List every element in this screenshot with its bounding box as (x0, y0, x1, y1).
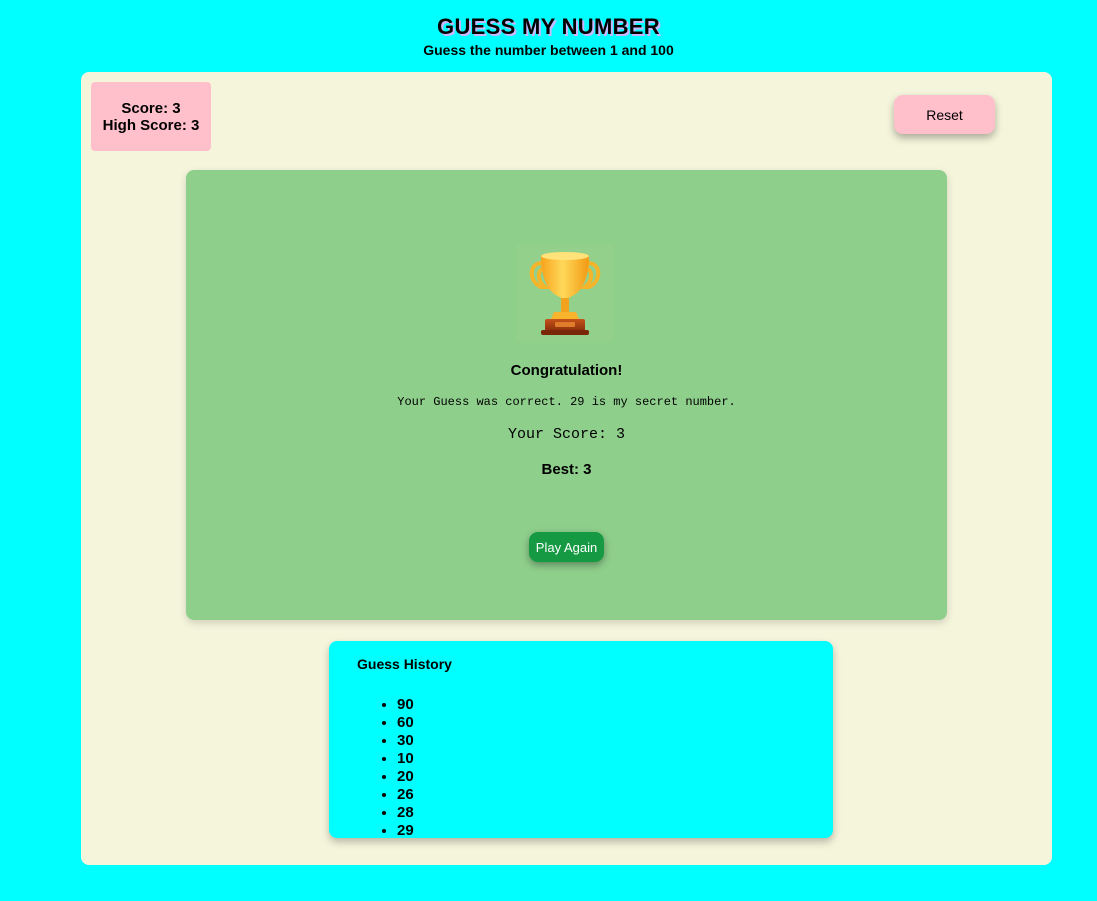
list-item: 20 (397, 768, 414, 786)
list-item: 10 (397, 750, 414, 768)
play-again-button[interactable]: Play Again (529, 532, 604, 562)
high-score-label: High Score: 3 (102, 116, 200, 134)
congratulation-heading: Congratulation! (510, 362, 623, 379)
result-card: Congratulation! Your Guess was correct. … (186, 170, 947, 620)
reset-button[interactable]: Reset (894, 95, 995, 134)
game-board: Score: 3 High Score: 3 Reset Congratulat… (81, 72, 1052, 865)
guess-history-panel: Guess History 90 60 30 10 20 26 28 29 (329, 641, 833, 838)
your-score: Your Score: 3 (507, 426, 626, 443)
page-title: GUESS MY NUMBER (437, 14, 660, 39)
page-header: GUESS MY NUMBER Guess the number between… (0, 14, 1097, 58)
score-label: Score: 3 (121, 99, 181, 117)
score-box: Score: 3 High Score: 3 (91, 82, 211, 151)
list-item: 30 (397, 732, 414, 750)
guess-history-title: Guess History (357, 656, 452, 672)
best-score: Best: 3 (541, 461, 592, 478)
guess-history-list: 90 60 30 10 20 26 28 29 (397, 696, 414, 838)
list-item: 90 (397, 696, 414, 714)
list-item: 29 (397, 822, 414, 838)
result-message: Your Guess was correct. 29 is my secret … (397, 395, 736, 409)
list-item: 60 (397, 714, 414, 732)
list-item: 28 (397, 804, 414, 822)
list-item: 26 (397, 786, 414, 804)
page-subtitle: Guess the number between 1 and 100 (423, 42, 674, 58)
trophy-icon (517, 245, 613, 341)
